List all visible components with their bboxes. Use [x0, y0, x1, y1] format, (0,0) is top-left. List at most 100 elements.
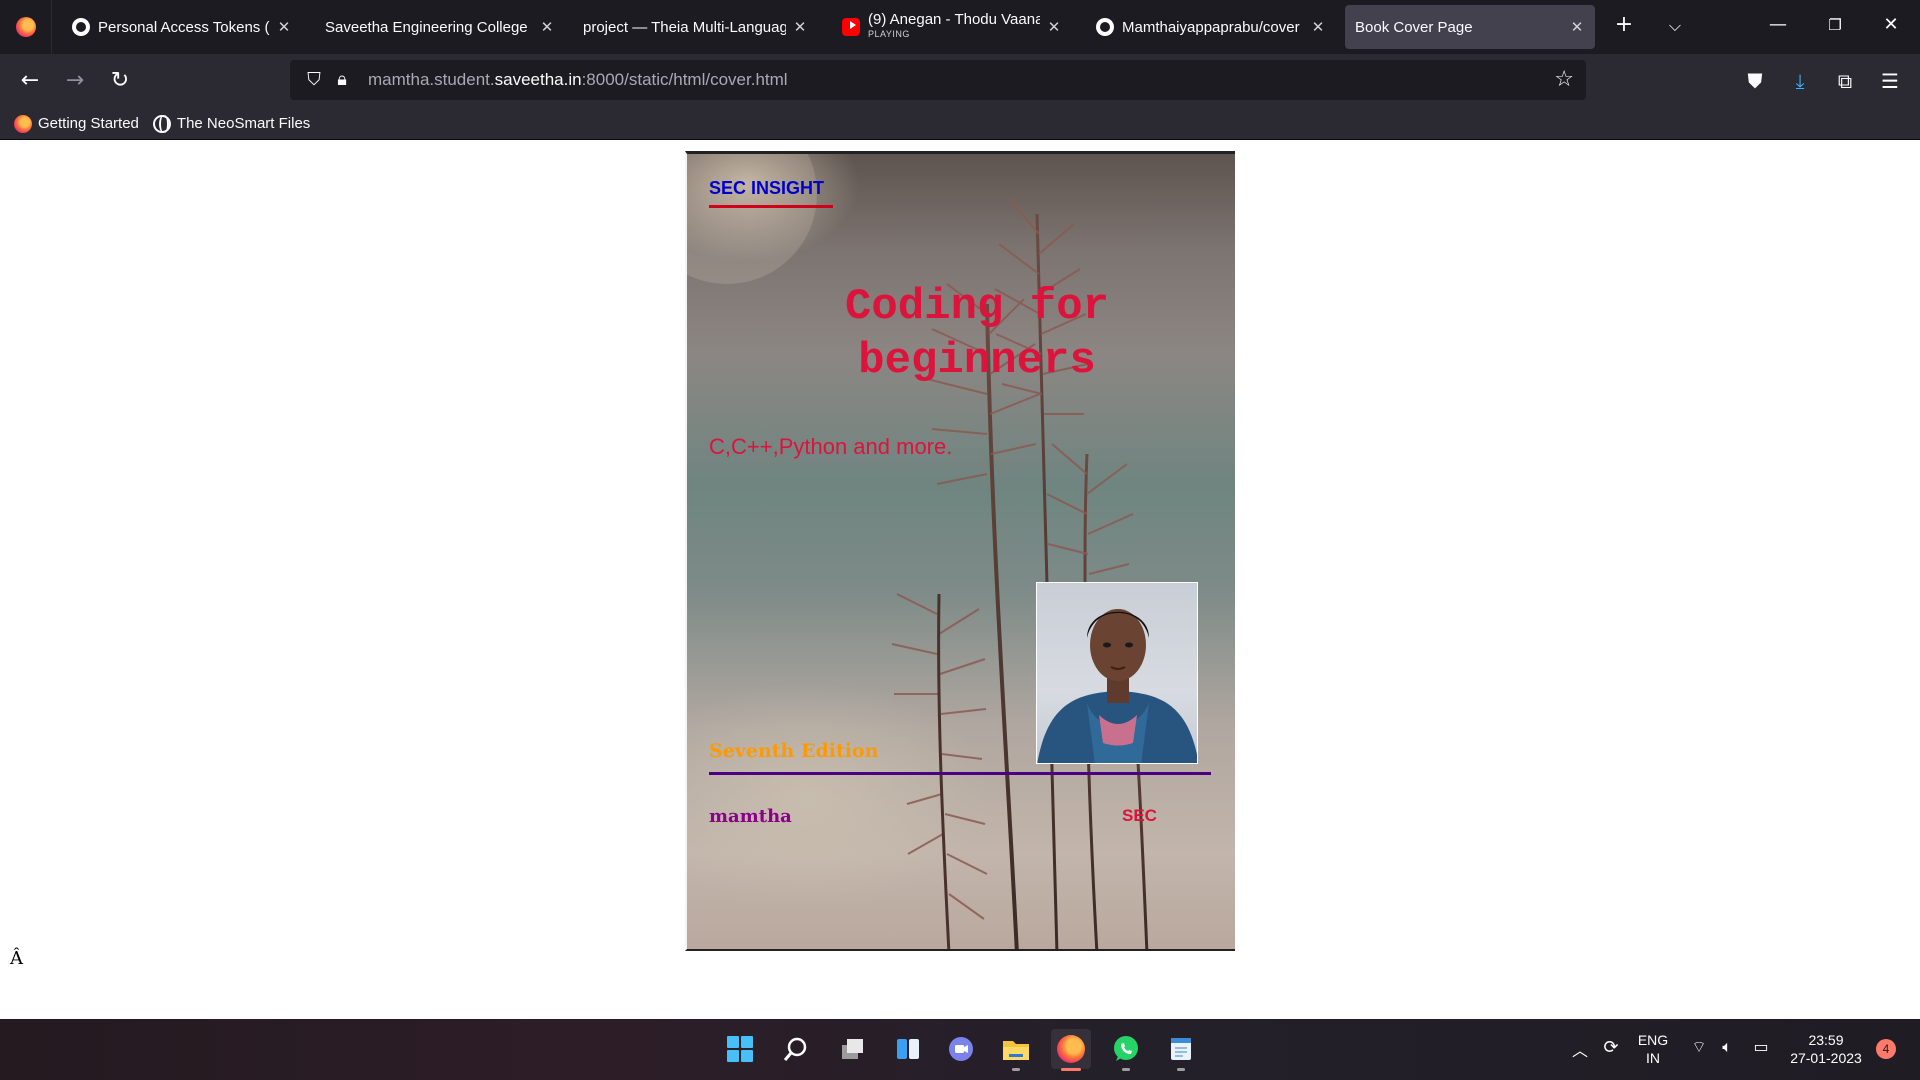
bookmark-star-icon[interactable]: ☆ [1554, 67, 1574, 92]
grass-background-image [687, 154, 1169, 949]
tab-title: Mamthaiyappaprabu/cover [1122, 18, 1300, 36]
page-viewport: SEC INSIGHT Coding for beginners C,C++,P… [0, 141, 1920, 1019]
running-indicator [1012, 1068, 1020, 1071]
tab-personal-access-tokens[interactable]: Personal Access Tokens (Cla ✕ [62, 5, 302, 49]
close-icon[interactable]: ✕ [276, 18, 292, 36]
shield-icon[interactable]: ⛉ [302, 68, 326, 92]
notification-badge[interactable]: 4 [1876, 1039, 1896, 1059]
firefox-icon [15, 17, 36, 37]
widgets-button[interactable] [888, 1029, 928, 1069]
windows-start-button[interactable] [720, 1029, 760, 1069]
bookmarks-toolbar: Getting Started The NeoSmart Files [0, 108, 1920, 140]
book-cover: SEC INSIGHT Coding for beginners C,C++,P… [685, 151, 1235, 951]
clock-date: 27-01-2023 [1790, 1050, 1862, 1066]
navigation-toolbar: ← → ↻ ⛉ 🔒︎ mamtha.student.saveetha.in:80… [0, 54, 1920, 108]
book-title-line-1: Coding for [844, 282, 1110, 332]
bookmark-label: Getting Started [38, 115, 139, 132]
brand-label: SEC INSIGHT [709, 178, 833, 208]
sync-icon[interactable]: ⟳ [1598, 1037, 1624, 1058]
notepad-icon [1171, 1038, 1191, 1060]
file-explorer-button[interactable] [996, 1029, 1036, 1071]
app-menu-button[interactable]: ☰ [1875, 66, 1905, 96]
github-icon [72, 18, 90, 36]
book-subtitle: C,C++,Python and more. [709, 434, 953, 459]
firefox-icon [14, 114, 32, 133]
active-indicator [1061, 1068, 1081, 1071]
bookmark-neosmart-files[interactable]: The NeoSmart Files [152, 114, 311, 133]
lock-icon[interactable]: 🔒︎ [330, 68, 354, 92]
firefox-taskbar-button[interactable] [1051, 1029, 1091, 1071]
wifi-icon[interactable]: ⌔ [1686, 1037, 1712, 1057]
forward-button[interactable]: → [60, 66, 90, 96]
windows-taskbar: ︿ ⟳ ENG IN ⌔ 🔈︎ ▭ 23:59 27-01-2023 4 [0, 1019, 1920, 1080]
tab-title: Personal Access Tokens (Cla [98, 18, 270, 36]
close-icon[interactable]: ✕ [1310, 18, 1326, 36]
url-text[interactable]: mamtha.student.saveetha.in:8000/static/h… [368, 70, 788, 90]
minimize-button[interactable]: — [1755, 14, 1801, 35]
url-host: saveetha.in [494, 70, 582, 89]
pocket-button[interactable]: ⛊ [1740, 66, 1770, 96]
search-icon [783, 1037, 807, 1061]
back-button[interactable]: ← [15, 66, 45, 96]
author-photo [1036, 582, 1198, 764]
close-icon[interactable]: ✕ [1046, 18, 1062, 36]
close-window-button[interactable]: ✕ [1868, 14, 1914, 35]
reload-button[interactable]: ↻ [105, 66, 135, 96]
whatsapp-button[interactable] [1106, 1029, 1146, 1071]
tab-title: (9) Anegan - Thodu Vaanam [868, 13, 1040, 27]
running-indicator [1177, 1068, 1185, 1071]
task-view-button[interactable] [832, 1029, 872, 1069]
tab-project-theia[interactable]: project — Theia Multi-Language ✕ [573, 5, 818, 49]
tab-playing-label: PLAYING [868, 29, 910, 39]
extensions-button[interactable]: ⧉ [1830, 66, 1860, 96]
firefox-view-button[interactable] [0, 0, 52, 54]
clock[interactable]: 23:59 27-01-2023 [1784, 1031, 1868, 1067]
new-tab-button[interactable]: + [1609, 12, 1639, 37]
globe-icon [152, 114, 171, 133]
downloads-button[interactable]: ⤓ [1785, 66, 1815, 96]
url-prefix: mamtha.student. [368, 70, 495, 89]
windows-start-icon [727, 1036, 753, 1062]
notepad-button[interactable] [1161, 1029, 1201, 1071]
close-icon[interactable]: ✕ [539, 18, 555, 36]
tab-strip: Personal Access Tokens (Cla ✕ Saveetha E… [0, 0, 1920, 54]
region-code: IN [1646, 1050, 1660, 1066]
close-icon[interactable]: ✕ [792, 18, 808, 36]
url-path: :8000/static/html/cover.html [581, 70, 788, 89]
publisher-name: SEC [1122, 806, 1157, 825]
tab-title: project — Theia Multi-Language [583, 18, 786, 36]
teams-chat-button[interactable] [941, 1029, 981, 1069]
task-view-icon [842, 1039, 863, 1059]
close-icon[interactable]: ✕ [1569, 18, 1585, 36]
tab-book-cover-page[interactable]: Book Cover Page ✕ [1345, 5, 1595, 49]
bookmark-label: The NeoSmart Files [176, 115, 311, 132]
language-code: ENG [1637, 1032, 1669, 1048]
tab-title: Book Cover Page [1355, 18, 1473, 36]
address-bar[interactable]: ⛉ 🔒︎ mamtha.student.saveetha.in:8000/sta… [290, 60, 1586, 100]
running-indicator [1122, 1068, 1130, 1071]
clock-time: 23:59 [1808, 1032, 1844, 1048]
author-name: mamtha [709, 806, 792, 827]
github-icon [1096, 18, 1114, 36]
tab-youtube-anegan[interactable]: (9) Anegan - Thodu Vaanam PLAYING ✕ [832, 5, 1072, 49]
bookmark-getting-started[interactable]: Getting Started [14, 114, 139, 133]
language-indicator[interactable]: ENG IN [1628, 1031, 1678, 1067]
stray-character: Â [10, 948, 23, 969]
battery-icon[interactable]: ▭ [1748, 1037, 1774, 1056]
list-all-tabs-button[interactable]: ⌵ [1660, 16, 1690, 36]
firefox-icon [1057, 1035, 1085, 1063]
youtube-icon [842, 18, 860, 36]
tab-saveetha-engineering-college[interactable]: Saveetha Engineering College ✕ [315, 5, 565, 49]
tab-title: Saveetha Engineering College [325, 18, 528, 36]
teams-chat-icon [949, 1037, 973, 1061]
person-portrait-image [1037, 609, 1197, 763]
volume-icon[interactable]: 🔈︎ [1714, 1037, 1740, 1057]
edition-label: Seventh Edition [709, 740, 879, 762]
whatsapp-icon [1114, 1036, 1138, 1061]
book-title: Coding for beginners [787, 280, 1167, 388]
restore-button[interactable]: ❐ [1812, 16, 1858, 34]
edition-divider [709, 772, 1211, 775]
chevron-up-icon[interactable]: ︿ [1567, 1037, 1593, 1061]
taskbar-search-button[interactable] [776, 1029, 816, 1069]
tab-github-cover[interactable]: Mamthaiyappaprabu/cover ✕ [1086, 5, 1336, 49]
